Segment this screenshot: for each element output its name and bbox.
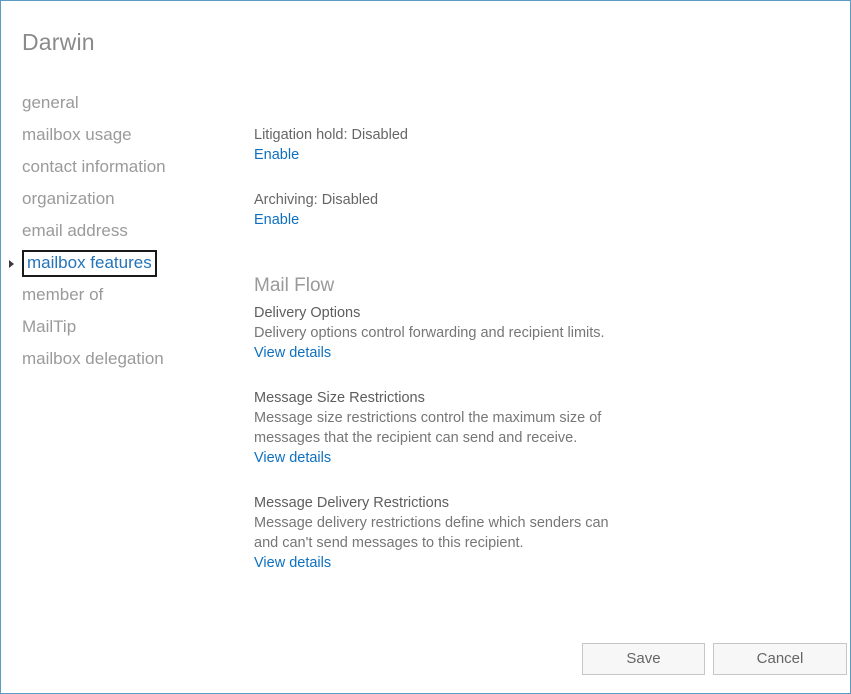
sidebar-item-label: general — [22, 93, 79, 112]
sidebar-item-general[interactable]: general — [1, 87, 231, 119]
sidebar-item-label: contact information — [22, 157, 166, 176]
view-details-link[interactable]: View details — [254, 448, 331, 468]
settings-nav: general mailbox usage contact information o… — [1, 87, 231, 375]
archiving-enable-link[interactable]: Enable — [254, 210, 299, 230]
view-details-link[interactable]: View details — [254, 343, 331, 363]
dialog-footer: Save Cancel — [1, 643, 850, 677]
sidebar-item-organization[interactable]: organization — [1, 183, 231, 215]
mailbox-features-panel: Litigation hold: Disabled Enable Archivi… — [254, 125, 654, 598]
litigation-hold-block: Litigation hold: Disabled Enable — [254, 125, 654, 165]
sidebar-item-label: MailTip — [22, 317, 77, 336]
mail-flow-group-title: Message Size Restrictions — [254, 390, 425, 406]
mail-flow-group: Message Delivery Restrictions Message del… — [254, 493, 654, 573]
sidebar-item-email-address[interactable]: email address — [1, 215, 231, 247]
mailbox-properties-dialog: Darwin general mailbox usage contact infor… — [0, 0, 851, 694]
sidebar-item-contact-information[interactable]: contact information — [1, 151, 231, 183]
cancel-button[interactable]: Cancel — [713, 643, 847, 675]
view-details-link[interactable]: View details — [254, 553, 331, 573]
sidebar-item-label: mailbox delegation — [22, 349, 164, 368]
mail-flow-group-list: Delivery Options Delivery options control… — [254, 303, 654, 573]
mail-flow-group: Delivery Options Delivery options control… — [254, 303, 654, 363]
mail-flow-group-description: Message size restrictions control the ma… — [254, 410, 602, 446]
sidebar-item-mailtip[interactable]: MailTip — [1, 311, 231, 343]
archiving-block: Archiving: Disabled Enable — [254, 190, 654, 230]
mail-flow-group: Message Size Restrictions Message size re… — [254, 388, 654, 468]
mail-flow-heading: Mail Flow — [254, 275, 335, 296]
litigation-hold-status: Litigation hold: Disabled — [254, 127, 408, 143]
mail-flow-group-title: Message Delivery Restrictions — [254, 495, 450, 511]
sidebar-item-label: member of — [22, 285, 104, 304]
sidebar-item-label: mailbox features — [22, 250, 157, 277]
sidebar-item-mailbox-features[interactable]: mailbox features — [1, 247, 231, 279]
mail-flow-group-title: Delivery Options — [254, 305, 361, 321]
mail-flow-group-description: Message delivery restrictions define whi… — [254, 515, 609, 551]
sidebar-item-mailbox-usage[interactable]: mailbox usage — [1, 119, 231, 151]
sidebar-item-label: mailbox usage — [22, 125, 132, 144]
sidebar-item-mailbox-delegation[interactable]: mailbox delegation — [1, 343, 231, 375]
litigation-hold-enable-link[interactable]: Enable — [254, 145, 299, 165]
archiving-status: Archiving: Disabled — [254, 192, 379, 208]
sidebar-item-label: email address — [22, 221, 128, 240]
selected-item-caret-icon — [9, 260, 14, 268]
sidebar-item-member-of[interactable]: member of — [1, 279, 231, 311]
sidebar-item-label: organization — [22, 189, 115, 208]
save-button[interactable]: Save — [582, 643, 705, 675]
page-title: Darwin — [22, 29, 95, 55]
mail-flow-group-description: Delivery options control forwarding and … — [254, 325, 605, 341]
